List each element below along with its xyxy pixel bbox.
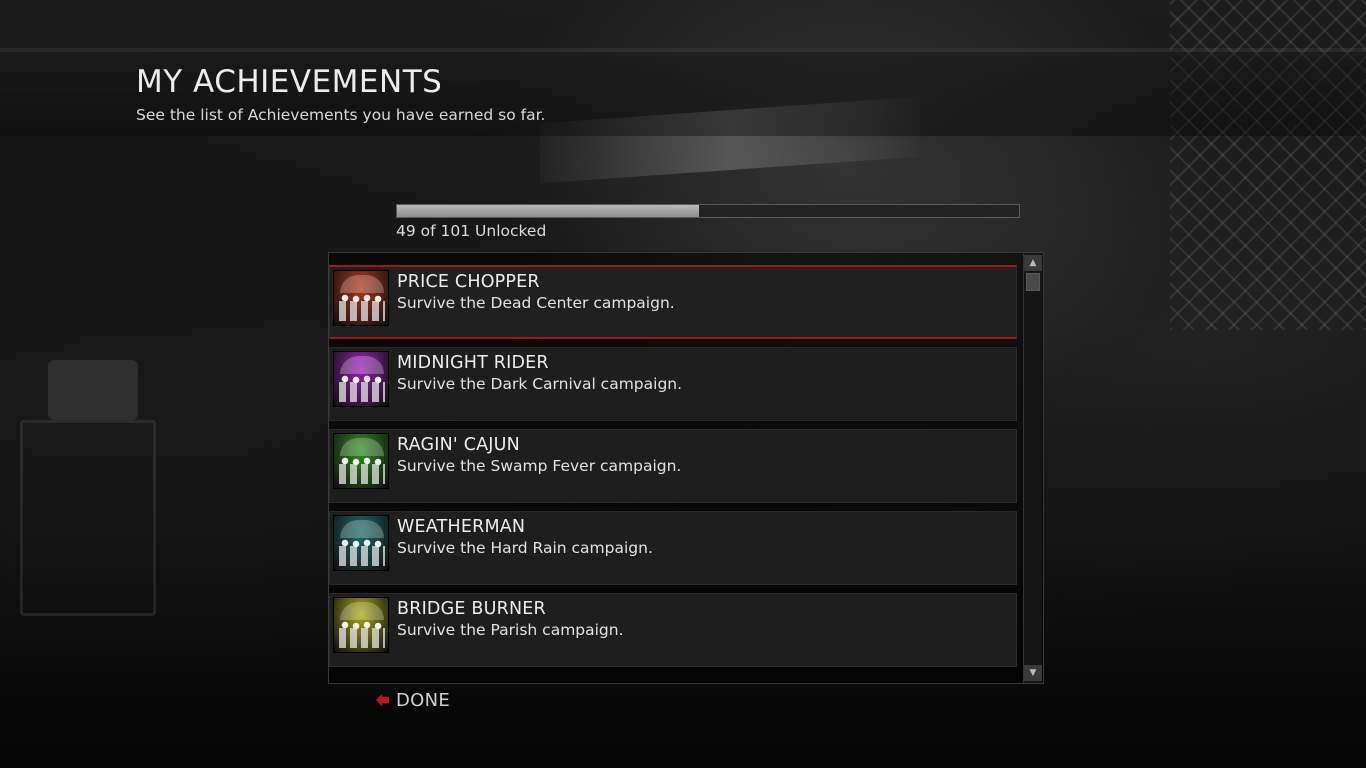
dark-carnival-survivors-icon [333, 351, 389, 407]
achievement-icon-arch [340, 356, 384, 374]
achievement-description: Survive the Parish campaign. [397, 621, 624, 639]
scrollbar-thumb[interactable] [1026, 273, 1040, 291]
page-title: MY ACHIEVEMENTS [136, 64, 443, 100]
achievement-description: Survive the Dark Carnival campaign. [397, 375, 683, 393]
hard-rain-survivors-icon [333, 515, 389, 571]
achievement-icon-arch [340, 520, 384, 538]
achievement-description: Survive the Dead Center campaign. [397, 294, 675, 312]
achievement-description: Survive the Swamp Fever campaign. [397, 457, 682, 475]
achievement-description: Survive the Hard Rain campaign. [397, 539, 653, 557]
done-button[interactable]: DONE [374, 688, 450, 712]
achievement-row[interactable]: BRIDGE BURNER Survive the Parish campaign… [329, 593, 1017, 667]
back-arrow-icon [374, 691, 392, 709]
background-cart [20, 420, 156, 616]
achievement-title: RAGIN' CAJUN [397, 435, 520, 455]
achievement-icon-bodies [339, 546, 385, 566]
achievement-icon-arch [340, 602, 384, 620]
achievement-row[interactable]: RAGIN' CAJUN Survive the Swamp Fever camp… [329, 429, 1017, 503]
swamp-fever-survivors-icon [333, 433, 389, 489]
background-scene: MY ACHIEVEMENTS See the list of Achievem… [0, 0, 1366, 768]
achievement-row[interactable]: MIDNIGHT RIDER Survive the Dark Carnival … [329, 347, 1017, 421]
unlock-progress-bar [396, 204, 1020, 218]
page-subtitle: See the list of Achievements you have ea… [136, 106, 546, 124]
parish-survivors-icon [333, 597, 389, 653]
background-sign [48, 360, 138, 420]
achievement-title: MIDNIGHT RIDER [397, 353, 549, 373]
achievement-title: PRICE CHOPPER [397, 272, 540, 292]
achievement-icon-bodies [339, 628, 385, 648]
achievement-list-panel: PRICE CHOPPER Survive the Dead Center cam… [328, 252, 1044, 684]
scroll-down-arrow-icon[interactable]: ▼ [1024, 665, 1042, 681]
achievement-icon-bodies [339, 301, 385, 321]
unlock-progress-label: 49 of 101 Unlocked [396, 222, 547, 240]
achievement-list-scrollbar[interactable]: ▲ ▼ [1023, 253, 1042, 683]
dead-center-survivors-icon [333, 270, 389, 326]
achievement-icon-arch [340, 438, 384, 456]
background-fence [1170, 0, 1366, 330]
done-label: DONE [396, 689, 451, 711]
achievement-icon-arch [340, 275, 384, 293]
achievement-icon-bodies [339, 382, 385, 402]
achievement-row[interactable]: WEATHERMAN Survive the Hard Rain campaign… [329, 511, 1017, 585]
achievement-title: WEATHERMAN [397, 517, 526, 537]
achievement-icon-bodies [339, 464, 385, 484]
unlock-progress-fill [397, 205, 699, 217]
achievement-row[interactable]: PRICE CHOPPER Survive the Dead Center cam… [329, 265, 1017, 339]
achievement-title: BRIDGE BURNER [397, 599, 546, 619]
achievement-list: PRICE CHOPPER Survive the Dead Center cam… [329, 265, 1019, 675]
scroll-up-arrow-icon[interactable]: ▲ [1024, 255, 1042, 271]
